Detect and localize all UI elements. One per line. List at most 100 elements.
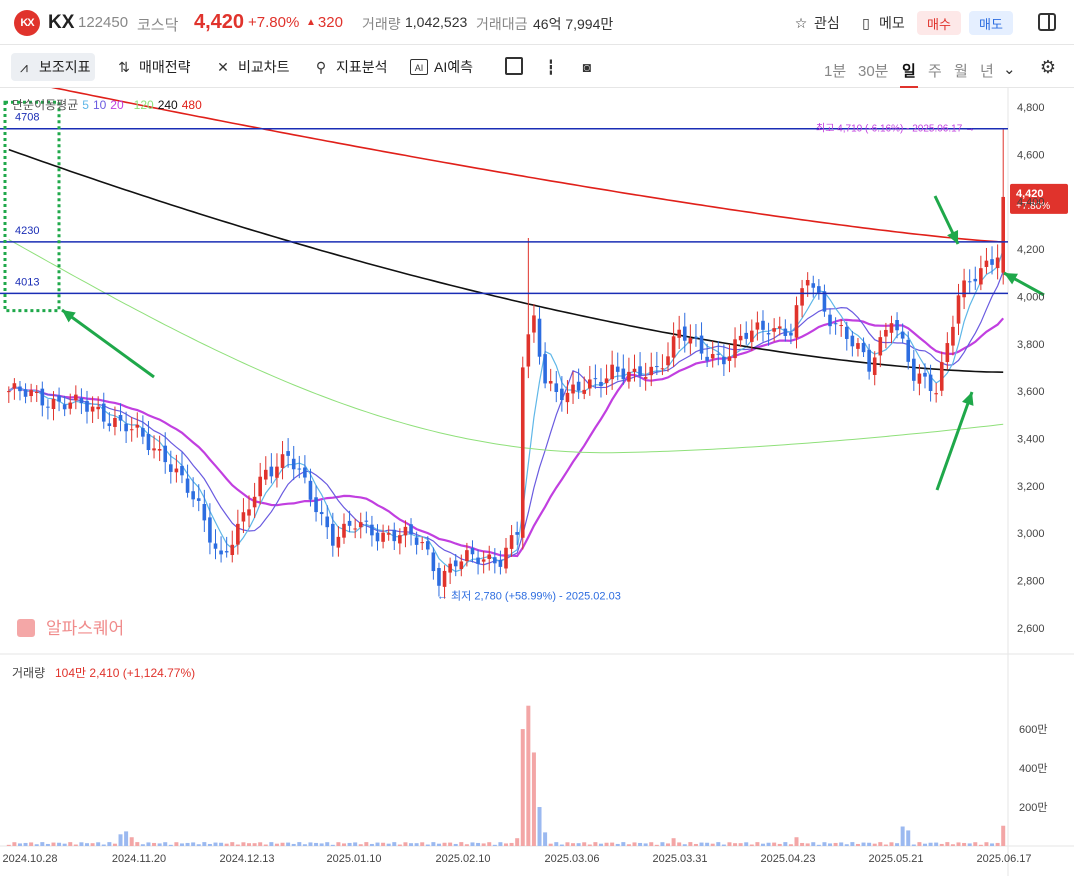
volume-bar [353,842,358,846]
period-5[interactable]: 년 [980,60,994,81]
ai-chip-icon: AI [410,59,428,75]
candle-body [224,551,229,553]
volume-bar [481,843,486,846]
current-price: 4,420 [194,11,245,33]
volume-bar [833,842,838,846]
volume-bar [654,844,659,846]
memo-button[interactable]: ▯ 메모 [857,13,905,33]
volume-bar [805,843,810,846]
watch-label: 관심 [814,15,840,31]
candle-body [682,326,687,341]
candle-type-button[interactable]: ┇ [538,53,564,81]
side-panel-icon[interactable] [1038,13,1056,31]
candle-body [800,288,804,306]
candle-body [761,320,765,330]
screenshot-button[interactable]: ◙ [574,53,600,81]
volume-bar [973,842,978,846]
volume-bar [738,843,743,846]
chevron-down-icon[interactable]: ⌄ [1003,60,1016,78]
candle-body [593,378,598,380]
volume-bar [107,842,112,846]
volume-bar [727,842,732,846]
memo-icon: ▯ [862,15,870,31]
volume-bars: 거래량 104만 2,410 (+1,124.77%) 200만 400만 600만 [6,666,1047,846]
candle-body [196,498,201,501]
stock-chart[interactable]: 4708 4230 4013 최고 4,710 (-6.16%) - 2025.06… [0,88,1074,876]
watch-button[interactable]: ☆ 관심 [792,13,840,33]
period-3[interactable]: 주 [928,60,942,81]
volume-label: 거래량 [362,16,401,32]
volume-bar [57,842,62,846]
volume-bar [509,842,514,846]
change-percent: +7.80% [248,14,300,31]
drawing-square-icon[interactable] [505,57,523,75]
candle-body [252,496,257,508]
candle-body [671,336,676,358]
candle-body [269,466,274,477]
buy-button[interactable]: 매수 [917,11,961,35]
candle-body [833,323,838,325]
header: KX KX 122450 코스닥 4,420 +7.80% 320 거래량 1,… [0,0,1074,45]
candle-body [789,332,793,336]
volume-bar [643,843,648,846]
volume-bar [867,842,872,846]
candle-body [951,326,955,346]
volume-bar [621,842,626,846]
period-2[interactable]: 일 [900,60,918,88]
green-arrow [935,391,974,491]
market-name: 코스닥 [137,17,179,34]
candle-body [750,330,754,342]
volume-bar [749,844,754,846]
volume-bar [984,842,989,846]
volume-bar [587,844,592,846]
volume-bar [230,842,235,846]
candle-body [934,393,938,395]
volume-bar [280,842,285,846]
period-1[interactable]: 30분 [858,60,889,81]
x-tick-label: 2025.06.17 [976,853,1031,865]
analysis-button[interactable]: ⚲ 지표분석 [308,53,392,81]
candle-body [308,480,313,500]
candle-body [716,353,721,355]
camera-icon: ◙ [582,59,592,75]
candle-body [129,429,134,431]
change-amount: 320 [306,14,343,31]
sell-button[interactable]: 매도 [969,11,1013,35]
ai-predict-button[interactable]: AI AI예측 [406,53,477,81]
indicator-button[interactable]: ⩘ 보조지표 [11,53,95,81]
period-0[interactable]: 1분 [824,60,846,81]
volume-bar [861,842,866,846]
volume-bar [79,842,84,846]
candle-body [12,383,17,389]
candle-body [90,406,95,412]
candle-body [247,509,251,516]
volume-bar [638,842,643,846]
candle-body [180,465,184,476]
candle-body [733,339,737,359]
candle-body [817,286,821,293]
candle-body [353,528,357,530]
candle-body [358,522,363,528]
volume-bar [325,842,330,846]
volume-bar [140,844,145,846]
gear-icon[interactable]: ⚙ [1038,57,1058,77]
candle-body [297,468,302,470]
volume-bar [375,842,380,846]
volume-bar [174,842,179,846]
amount-value: 46억 7,994만 [533,16,614,32]
analysis-label: 지표분석 [336,59,388,75]
ma-legend-item: 120 [134,98,154,112]
candle-body [666,356,670,366]
candle-body [610,364,614,380]
volume-bar [794,837,799,846]
candle-body [649,366,654,376]
volume-bar [699,842,704,846]
candle-body [660,368,665,370]
candle-body [822,291,827,312]
compare-button[interactable]: ✕ 비교차트 [210,53,294,81]
volume-bar [191,842,196,846]
period-4[interactable]: 월 [954,60,968,81]
candle-body [459,561,464,569]
volume-bar [922,843,927,846]
strategy-button[interactable]: ⇅ 매매전략 [111,53,195,81]
